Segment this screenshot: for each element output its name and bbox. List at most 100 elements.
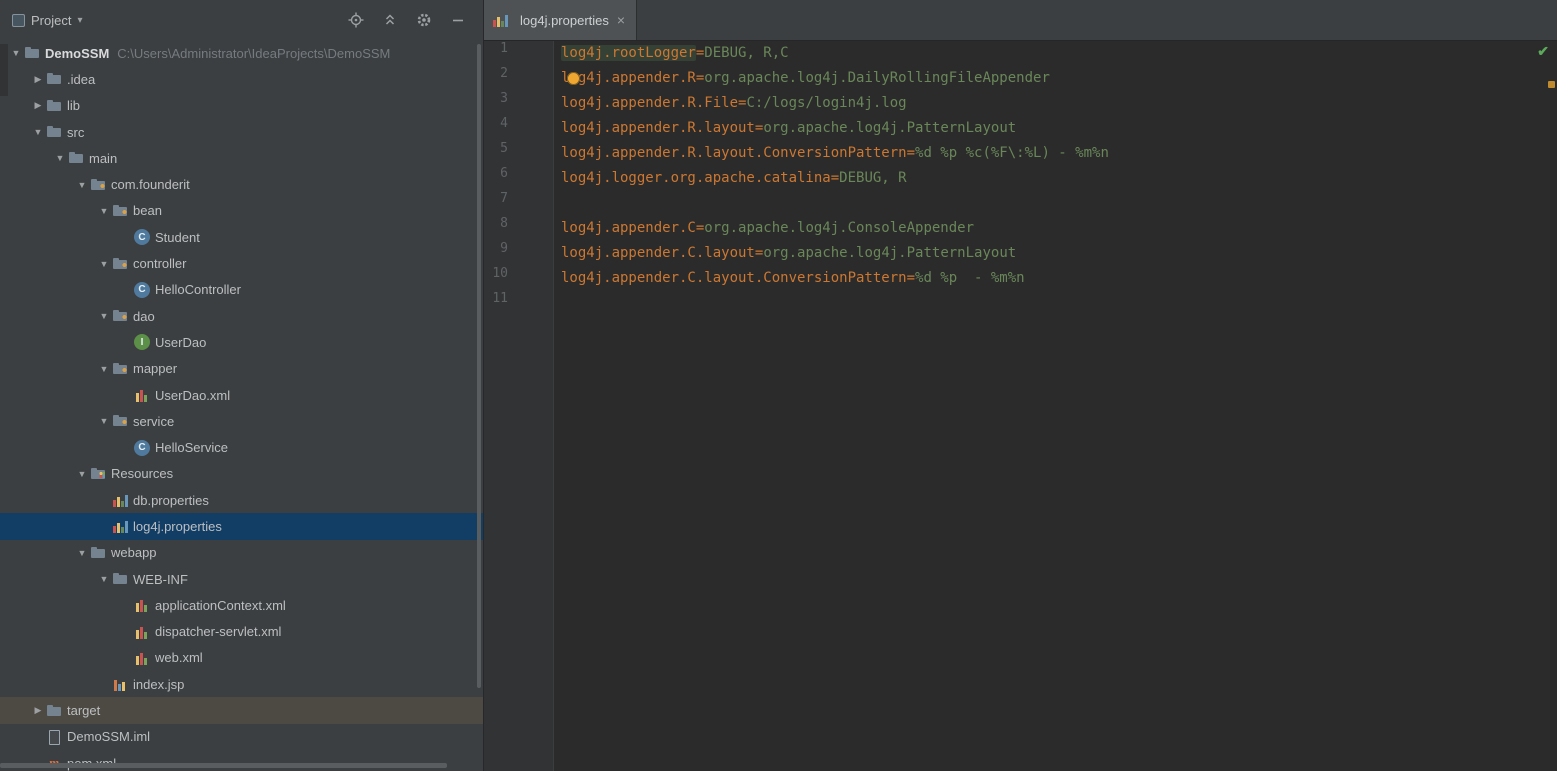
code-line-7[interactable] (561, 191, 1543, 216)
chevron-right-icon[interactable]: ▶ (30, 100, 46, 111)
inspections-ok-icon[interactable]: ✔ (1537, 43, 1549, 60)
property-key: log4j.rootLogger (561, 45, 696, 61)
code-line-2[interactable]: log4j.appender.R=org.apache.log4j.DailyR… (561, 66, 1543, 91)
tree-indent (0, 368, 96, 369)
tree-indent (0, 395, 118, 396)
code-line-1[interactable]: log4j.rootLogger=DEBUG, R,C (561, 41, 1543, 66)
project-tree-vertical-scrollbar[interactable] (477, 44, 481, 688)
close-icon[interactable]: × (616, 13, 626, 27)
tree-item-userdao[interactable]: UserDao (0, 329, 483, 355)
hide-button[interactable] (447, 9, 469, 31)
tree-item-lib[interactable]: ▶ lib (0, 93, 483, 119)
tree-item-com-founderit[interactable]: ▼com.founderit (0, 171, 483, 197)
tree-item-label: UserDao (155, 335, 206, 350)
line-number: 1 (484, 41, 508, 66)
chevron-down-icon[interactable]: ▼ (52, 153, 68, 163)
chevron-down-icon[interactable]: ▼ (74, 548, 90, 558)
tree-item-web-inf[interactable]: ▼ WEB-INF (0, 566, 483, 592)
chevron-down-icon: ▾ (77, 15, 82, 26)
property-value: org.apache.log4j.PatternLayout (763, 245, 1016, 261)
error-stripe-mark[interactable] (1548, 81, 1555, 88)
xml-icon (134, 624, 150, 640)
tree-item-mapper[interactable]: ▼mapper (0, 356, 483, 382)
tree-item-demossm-iml[interactable]: DemoSSM.iml (0, 724, 483, 750)
tab-log4j-properties[interactable]: log4j.properties × (484, 0, 637, 40)
tree-indent (0, 158, 52, 159)
code-line-4[interactable]: log4j.appender.R.layout=org.apache.log4j… (561, 116, 1543, 141)
editor-body[interactable]: 1234567891011 log4j.rootLogger=DEBUG, R,… (484, 41, 1557, 771)
tree-item-label: lib (67, 98, 80, 113)
tree-item-target[interactable]: ▶target (0, 697, 483, 723)
project-tree-horizontal-scrollbar[interactable] (0, 763, 447, 768)
tree-indent (0, 447, 118, 448)
tree-item-index-jsp[interactable]: index.jsp (0, 671, 483, 697)
chevron-down-icon[interactable]: ▼ (96, 416, 112, 426)
chevron-down-icon[interactable]: ▼ (96, 364, 112, 374)
tree-item--idea[interactable]: ▶.idea (0, 66, 483, 92)
tree-item-log4j-properties[interactable]: log4j.properties (0, 513, 483, 539)
tool-window-stripe (0, 44, 8, 96)
code-line-3[interactable]: log4j.appender.R.File=C:/logs/login4j.lo… (561, 91, 1543, 116)
collapse-all-button[interactable] (379, 9, 401, 31)
tree-item-hellocontroller[interactable]: HelloController (0, 277, 483, 303)
folder-icon (112, 571, 128, 587)
code-line-11[interactable] (561, 291, 1543, 316)
tree-item-service[interactable]: ▼service (0, 408, 483, 434)
property-value: C:/logs/login4j.log (746, 95, 906, 111)
chevron-down-icon[interactable]: ▼ (74, 469, 90, 479)
tree-item-bean[interactable]: ▼bean (0, 198, 483, 224)
tree-item-controller[interactable]: ▼controller (0, 250, 483, 276)
tree-item-helloservice[interactable]: HelloService (0, 434, 483, 460)
code-line-5[interactable]: log4j.appender.R.layout.ConversionPatter… (561, 141, 1543, 166)
chevron-right-icon[interactable]: ▶ (30, 74, 46, 85)
tree-item-label: DemoSSM (45, 46, 109, 61)
code-line-8[interactable]: log4j.appender.C=org.apache.log4j.Consol… (561, 216, 1543, 241)
chevron-right-icon[interactable]: ▶ (30, 705, 46, 716)
tree-item-db-properties[interactable]: db.properties (0, 487, 483, 513)
collapse-all-icon (382, 12, 398, 28)
tree-indent (0, 237, 118, 238)
tree-item-userdao-xml[interactable]: UserDao.xml (0, 382, 483, 408)
folder-icon (68, 150, 84, 166)
chevron-down-icon[interactable]: ▼ (96, 206, 112, 216)
chevron-down-icon[interactable]: ▼ (96, 259, 112, 269)
tree-indent (0, 605, 118, 606)
property-value: %d %p %c(%F\:%L) - %m%n (915, 145, 1109, 161)
code-line-10[interactable]: log4j.appender.C.layout.ConversionPatter… (561, 266, 1543, 291)
package-icon (90, 177, 106, 193)
package-icon (112, 413, 128, 429)
bookmark-dot[interactable] (567, 72, 580, 85)
chevron-down-icon[interactable]: ▼ (96, 574, 112, 584)
tree-indent (0, 500, 96, 501)
tree-item-src[interactable]: ▼src (0, 119, 483, 145)
tree-item-main[interactable]: ▼ main (0, 145, 483, 171)
tree-indent (0, 132, 30, 133)
tree-item-web-xml[interactable]: web.xml (0, 645, 483, 671)
tree-item-label: log4j.properties (133, 519, 222, 534)
tree-item-applicationcontext-xml[interactable]: applicationContext.xml (0, 592, 483, 618)
settings-button[interactable] (413, 9, 435, 31)
line-number: 9 (484, 241, 508, 266)
tree-item-label: Resources (111, 466, 173, 481)
tree-item-webapp[interactable]: ▼webapp (0, 540, 483, 566)
code-area[interactable]: log4j.rootLogger=DEBUG, R,Clog4j.appende… (554, 41, 1543, 771)
chevron-down-icon[interactable]: ▼ (96, 311, 112, 321)
tree-item-label: main (89, 151, 117, 166)
chevron-down-icon[interactable]: ▼ (30, 127, 46, 137)
line-number: 2 (484, 66, 508, 91)
tree-item-resources[interactable]: ▼ Resources (0, 461, 483, 487)
tree-item-label: WEB-INF (133, 572, 188, 587)
project-view-selector[interactable]: Project ▾ (8, 10, 87, 31)
tab-title: log4j.properties (520, 13, 609, 28)
locate-button[interactable] (345, 9, 367, 31)
tree-item-demossm[interactable]: ▼DemoSSMC:\Users\Administrator\IdeaProje… (0, 40, 483, 66)
code-line-6[interactable]: log4j.logger.org.apache.catalina=DEBUG, … (561, 166, 1543, 191)
xml-icon (134, 597, 150, 613)
chevron-down-icon[interactable]: ▼ (74, 180, 90, 190)
tree-item-dispatcher-servlet-xml[interactable]: dispatcher-servlet.xml (0, 619, 483, 645)
code-line-9[interactable]: log4j.appender.C.layout=org.apache.log4j… (561, 241, 1543, 266)
tree-item-dao[interactable]: ▼dao (0, 303, 483, 329)
property-key: log4j.appender.R.File (561, 95, 738, 111)
chevron-down-icon[interactable]: ▼ (8, 48, 24, 58)
tree-item-student[interactable]: Student (0, 224, 483, 250)
